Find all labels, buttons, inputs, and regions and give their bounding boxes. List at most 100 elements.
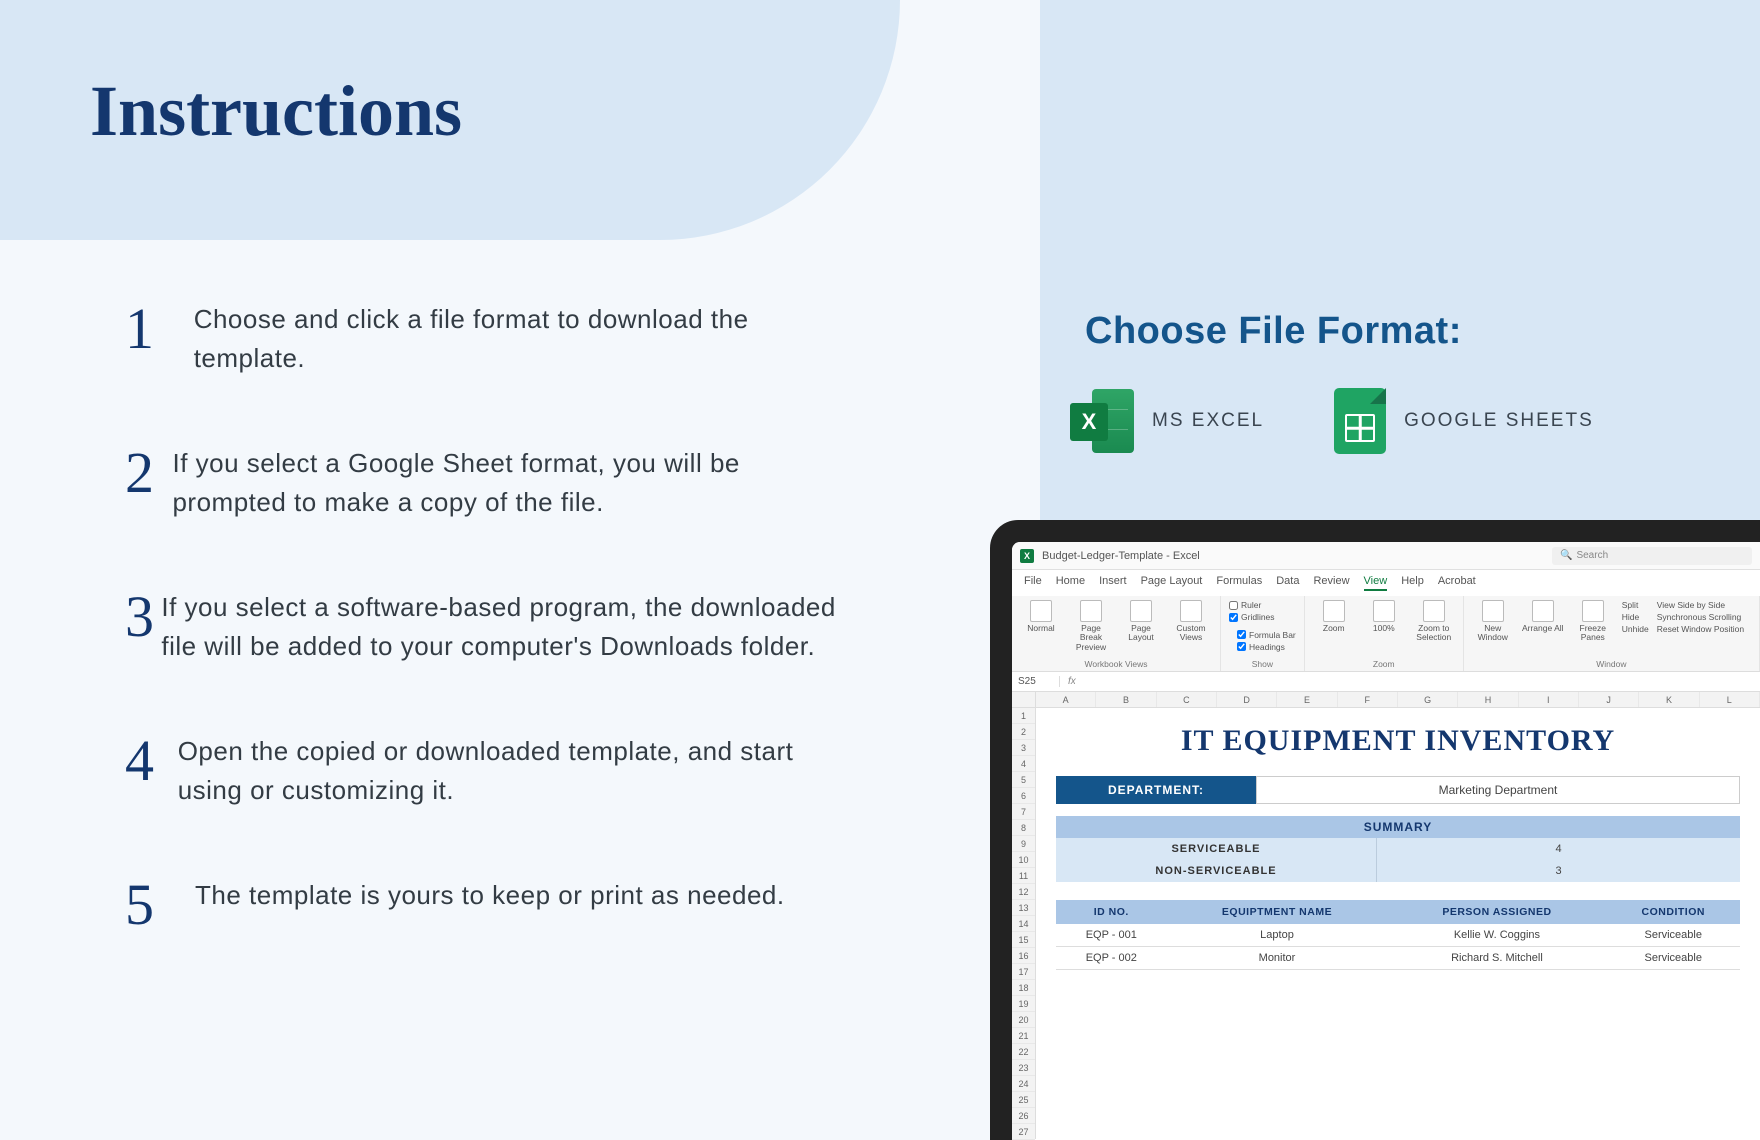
menu-formulas[interactable]: Formulas: [1216, 575, 1262, 591]
sheet-body: 1234567891011121314151617181920212223242…: [1012, 708, 1760, 1139]
step-text: Choose and click a file format to downlo…: [194, 300, 855, 378]
row-number[interactable]: 3: [1012, 740, 1035, 756]
summary-row-1: SERVICEABLE 4: [1056, 838, 1740, 860]
steps-list: 1 Choose and click a file format to down…: [125, 300, 855, 1000]
row-number[interactable]: 6: [1012, 788, 1035, 804]
excel-label: MS EXCEL: [1152, 410, 1264, 432]
menu-help[interactable]: Help: [1401, 575, 1424, 591]
menu-home[interactable]: Home: [1056, 575, 1085, 591]
menu-review[interactable]: Review: [1313, 575, 1349, 591]
step-3: 3 If you select a software-based program…: [125, 588, 855, 666]
view-page-break[interactable]: Page Break Preview: [1070, 600, 1112, 652]
excel-search[interactable]: 🔍 Search: [1552, 547, 1752, 565]
row-number[interactable]: 11: [1012, 868, 1035, 884]
step-4: 4 Open the copied or downloaded template…: [125, 732, 855, 810]
cell-reference[interactable]: S25: [1012, 676, 1060, 687]
check-gridlines[interactable]: Gridlines: [1229, 612, 1296, 622]
reset-window[interactable]: Reset Window Position: [1657, 624, 1744, 634]
row-number[interactable]: 10: [1012, 852, 1035, 868]
step-number: 4: [125, 732, 178, 790]
row-number[interactable]: 24: [1012, 1076, 1035, 1092]
row-number[interactable]: 18: [1012, 980, 1035, 996]
ms-excel-button[interactable]: X MS EXCEL: [1070, 388, 1264, 454]
check-ruler[interactable]: Ruler: [1229, 600, 1296, 610]
ribbon-window: New Window Arrange All Freeze Panes Spli…: [1464, 596, 1760, 671]
check-formula-bar[interactable]: Formula Bar: [1237, 630, 1296, 640]
dept-label: DEPARTMENT:: [1056, 776, 1256, 804]
row-number[interactable]: 27: [1012, 1124, 1035, 1140]
row-number[interactable]: 16: [1012, 948, 1035, 964]
sheets-label: GOOGLE SHEETS: [1404, 410, 1594, 432]
row-number[interactable]: 1: [1012, 708, 1035, 724]
formula-bar: S25 fx: [1012, 672, 1760, 692]
row-number[interactable]: 25: [1012, 1092, 1035, 1108]
step-number: 3: [125, 588, 161, 646]
summary-row-2: NON-SERVICEABLE 3: [1056, 860, 1740, 882]
excel-titlebar: X Budget-Ledger-Template - Excel 🔍 Searc…: [1012, 542, 1760, 570]
row-number[interactable]: 12: [1012, 884, 1035, 900]
split-button[interactable]: Split: [1622, 600, 1649, 610]
sheet-content: IT EQUIPMENT INVENTORY DEPARTMENT: Marke…: [1036, 708, 1760, 1139]
row-number[interactable]: 22: [1012, 1044, 1035, 1060]
row-number[interactable]: 14: [1012, 916, 1035, 932]
summary-header: SUMMARY: [1056, 816, 1740, 838]
equipment-table: ID NO. EQUIPTMENT NAME PERSON ASSIGNED C…: [1056, 900, 1740, 970]
row-number[interactable]: 13: [1012, 900, 1035, 916]
freeze-panes[interactable]: Freeze Panes: [1572, 600, 1614, 643]
menu-acrobat[interactable]: Acrobat: [1438, 575, 1476, 591]
search-icon: 🔍: [1560, 550, 1572, 561]
row-number[interactable]: 26: [1012, 1108, 1035, 1124]
sheets-icon: [1334, 388, 1386, 454]
arrange-all[interactable]: Arrange All: [1522, 600, 1564, 643]
ribbon-workbook-views: Normal Page Break Preview Page Layout Cu…: [1012, 596, 1221, 671]
step-text: Open the copied or downloaded template, …: [178, 732, 855, 810]
excel-menu: File Home Insert Page Layout Formulas Da…: [1012, 570, 1760, 596]
menu-file[interactable]: File: [1024, 575, 1042, 591]
row-number[interactable]: 15: [1012, 932, 1035, 948]
excel-ribbon: Normal Page Break Preview Page Layout Cu…: [1012, 596, 1760, 672]
step-text: The template is yours to keep or print a…: [195, 876, 785, 915]
step-number: 5: [125, 876, 195, 934]
row-number[interactable]: 9: [1012, 836, 1035, 852]
excel-doc-title: Budget-Ledger-Template - Excel: [1042, 550, 1200, 562]
view-normal[interactable]: Normal: [1020, 600, 1062, 652]
row-number[interactable]: 4: [1012, 756, 1035, 772]
menu-insert[interactable]: Insert: [1099, 575, 1127, 591]
laptop-mockup: X Budget-Ledger-Template - Excel 🔍 Searc…: [990, 520, 1760, 1140]
step-5: 5 The template is yours to keep or print…: [125, 876, 855, 934]
new-window[interactable]: New Window: [1472, 600, 1514, 643]
table-row: EQP - 001 Laptop Kellie W. Coggins Servi…: [1056, 924, 1740, 947]
row-number[interactable]: 8: [1012, 820, 1035, 836]
hide-button[interactable]: Hide: [1622, 612, 1649, 622]
menu-view[interactable]: View: [1364, 575, 1388, 591]
page-title: Instructions: [90, 70, 462, 153]
zoom-selection[interactable]: Zoom to Selection: [1413, 600, 1455, 643]
menu-page-layout[interactable]: Page Layout: [1141, 575, 1203, 591]
row-number[interactable]: 17: [1012, 964, 1035, 980]
sync-scroll[interactable]: Synchronous Scrolling: [1657, 612, 1744, 622]
step-number: 1: [125, 300, 194, 358]
step-number: 2: [125, 444, 172, 502]
row-number[interactable]: 5: [1012, 772, 1035, 788]
google-sheets-button[interactable]: GOOGLE SHEETS: [1334, 388, 1594, 454]
row-number[interactable]: 23: [1012, 1060, 1035, 1076]
view-custom[interactable]: Custom Views: [1170, 600, 1212, 652]
row-number[interactable]: 19: [1012, 996, 1035, 1012]
excel-icon: X: [1070, 389, 1134, 453]
row-number[interactable]: 20: [1012, 1012, 1035, 1028]
row-number[interactable]: 21: [1012, 1028, 1035, 1044]
ribbon-zoom: Zoom 100% Zoom to Selection Zoom: [1305, 596, 1464, 671]
row-number[interactable]: 7: [1012, 804, 1035, 820]
excel-screen: X Budget-Ledger-Template - Excel 🔍 Searc…: [1012, 542, 1760, 1140]
row-number[interactable]: 2: [1012, 724, 1035, 740]
zoom-100[interactable]: 100%: [1363, 600, 1405, 643]
inventory-title: IT EQUIPMENT INVENTORY: [1056, 724, 1740, 758]
view-side-by-side[interactable]: View Side by Side: [1657, 600, 1744, 610]
unhide-button[interactable]: Unhide: [1622, 624, 1649, 634]
step-text: If you select a software-based program, …: [161, 588, 855, 666]
table-row: EQP - 002 Monitor Richard S. Mitchell Se…: [1056, 947, 1740, 970]
zoom-button[interactable]: Zoom: [1313, 600, 1355, 643]
view-page-layout[interactable]: Page Layout: [1120, 600, 1162, 652]
check-headings[interactable]: Headings: [1237, 642, 1296, 652]
menu-data[interactable]: Data: [1276, 575, 1299, 591]
